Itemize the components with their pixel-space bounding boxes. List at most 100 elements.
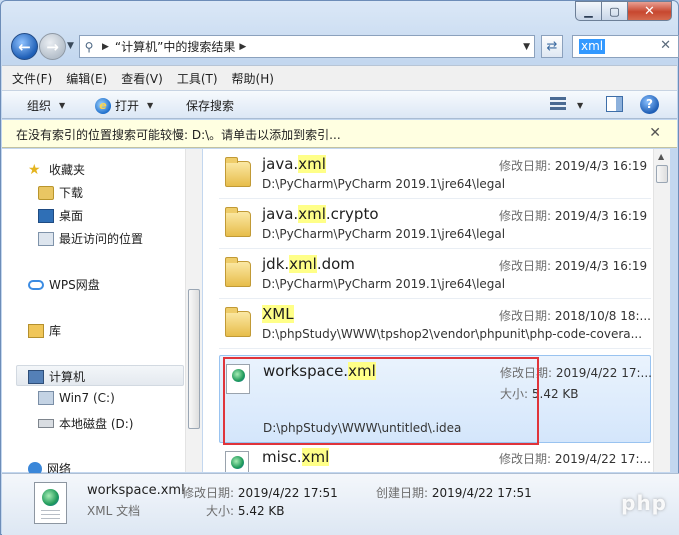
breadcrumb-search-results[interactable]: “计算机”中的搜索结果 [115,38,235,55]
recent-pages-dropdown[interactable]: ▼ [67,41,74,51]
preview-pane-icon[interactable] [606,96,623,112]
breadcrumb-chevron-icon[interactable]: ▶ [235,42,252,52]
xml-file-icon [34,482,67,524]
window-controls: ▁ ▢ ✕ [575,1,672,21]
change-view-icon[interactable] [550,97,566,113]
nav-label: 桌面 [59,209,84,223]
result-path: D:\PyCharm\PyCharm 2019.1\jre64\legal [262,227,506,241]
php-watermark: php [621,491,667,515]
details-created: 创建日期: 2019/4/22 17:51 [376,486,532,500]
open-button[interactable]: e 打开 ▼ [95,97,153,114]
hard-disk-icon [38,419,54,428]
details-pane: workspace.xml XML 文档 修改日期: 2019/4/22 17:… [2,473,679,535]
results-scrollbar[interactable]: ▲ [653,149,670,472]
nav-scrollbar[interactable] [185,149,202,472]
details-filename: workspace.xml [87,483,185,498]
nav-desktop[interactable]: 桌面 [38,207,83,224]
nav-wps-cloud[interactable]: WPS网盘 [28,276,100,293]
result-name: misc.xml [262,448,330,466]
scroll-up-icon[interactable]: ▲ [658,152,664,161]
details-modified: 修改日期: 2019/4/22 17:51 [182,486,338,500]
result-modified: 修改日期: 2019/4/3 16:19 [499,259,648,273]
open-label: 打开 [115,99,140,113]
folder-icon [225,307,251,337]
result-item[interactable]: XML D:\phpStudy\WWW\tpshop2\vendor\phpun… [219,299,651,349]
organize-label: 组织 [27,99,52,113]
nav-label: Win7 (C:) [59,391,115,405]
forward-button[interactable]: → [39,33,66,60]
downloads-folder-icon [38,185,54,200]
annotation-highlight-box [223,357,539,445]
nav-computer[interactable]: 计算机 [28,368,85,385]
info-bar-text[interactable]: 在没有索引的位置搜索可能较慢: D:\。请单击以添加到索引... [16,126,341,143]
details-type: XML 文档 [87,504,141,518]
nav-label: 下载 [59,186,84,200]
back-arrow-icon: ← [18,37,31,56]
help-icon[interactable]: ? [640,95,659,114]
clear-search-icon[interactable]: ✕ [660,38,671,53]
result-item[interactable]: java.xml D:\PyCharm\PyCharm 2019.1\jre64… [219,149,651,199]
close-info-bar-icon[interactable]: ✕ [649,125,661,141]
nav-recent-places[interactable]: 最近访问的位置 [38,230,143,247]
result-name: java.xml [262,155,326,173]
save-search-label: 保存搜索 [186,99,235,113]
menu-edit[interactable]: 编辑(E) [66,70,107,87]
folder-icon [225,207,251,237]
refresh-icon: ⇄ [546,39,558,54]
result-name: java.xml.crypto [262,205,379,223]
results-scroll-thumb[interactable] [656,165,668,183]
result-item[interactable]: java.xml.crypto D:\PyCharm\PyCharm 2019.… [219,199,651,249]
command-bar: 组织 ▼ e 打开 ▼ 保存搜索 ▼ ? [2,90,677,119]
star-icon: ★ [28,161,41,178]
windows-drive-icon [38,391,54,405]
nav-label: 本地磁盘 (D:) [59,417,134,431]
menu-bar: 文件(F) 编辑(E) 查看(V) 工具(T) 帮助(H) [2,65,677,90]
search-input[interactable]: xml ✕ [572,35,679,58]
search-query[interactable]: xml [579,39,606,54]
minimize-button[interactable]: ▁ [575,1,602,21]
nav-label: 最近访问的位置 [59,232,144,246]
chevron-down-icon: ▼ [147,101,154,110]
details-size: 大小: 5.42 KB [206,504,285,518]
cloud-icon [28,279,44,290]
maximize-button[interactable]: ▢ [602,1,628,21]
organize-button[interactable]: 组织 ▼ [27,97,65,114]
library-icon [28,323,44,338]
result-path: D:\PyCharm\PyCharm 2019.1\jre64\legal [262,277,506,291]
nav-downloads[interactable]: 下载 [38,184,83,201]
menu-help[interactable]: 帮助(H) [232,70,274,87]
refresh-button[interactable]: ⇄ [541,35,563,58]
result-item[interactable]: jdk.xml.dom D:\PyCharm\PyCharm 2019.1\jr… [219,249,651,299]
result-item[interactable]: misc.xml 修改日期: 2019/4/22 17:... [219,445,651,472]
computer-icon [28,369,44,384]
save-search-button[interactable]: 保存搜索 [186,97,234,114]
result-modified: 修改日期: 2019/4/3 16:19 [499,209,648,223]
nav-libraries[interactable]: 库 [28,322,61,339]
back-button[interactable]: ← [11,33,38,60]
menu-view[interactable]: 查看(V) [121,70,163,87]
info-bar[interactable]: 在没有索引的位置搜索可能较慢: D:\。请单击以添加到索引... ✕ [2,120,677,148]
nav-scroll-thumb[interactable] [188,289,200,429]
menu-file[interactable]: 文件(F) [12,70,52,87]
nav-drive-c[interactable]: Win7 (C:) [38,391,115,405]
folder-icon [225,257,251,287]
result-path: D:\PyCharm\PyCharm 2019.1\jre64\legal [262,177,506,191]
menu-tools[interactable]: 工具(T) [177,70,218,87]
search-location-icon: ⚲ [84,39,94,54]
navigation-pane: ★ 收藏夹 下载 桌面 最近访问的位置 WPS网盘 库 计算机 Win7 (C:)… [2,149,202,476]
address-bar[interactable]: ⚲ ▶ “计算机”中的搜索结果 ▶ ▼ [79,35,535,58]
view-options-dropdown[interactable]: ▼ [577,101,583,110]
internet-explorer-icon: e [95,97,111,114]
result-modified: 修改日期: 2019/4/3 16:19 [499,159,648,173]
explorer-window: ▁ ▢ ✕ ← → ▼ ⚲ ▶ “计算机”中的搜索结果 ▶ ▼ ⇄ xml ✕ … [0,0,679,535]
nav-favorites[interactable]: ★ 收藏夹 [28,161,85,178]
result-name: XML [262,305,294,323]
result-modified: 修改日期: 2018/10/8 18:... [499,309,651,323]
address-dropdown-icon[interactable]: ▼ [523,42,530,52]
close-window-button[interactable]: ✕ [628,1,672,21]
nav-label: 计算机 [49,370,86,384]
folder-icon [225,157,251,187]
nav-drive-d[interactable]: 本地磁盘 (D:) [38,415,133,432]
forward-arrow-icon: → [46,37,59,56]
breadcrumb-chevron-icon[interactable]: ▶ [98,42,115,52]
